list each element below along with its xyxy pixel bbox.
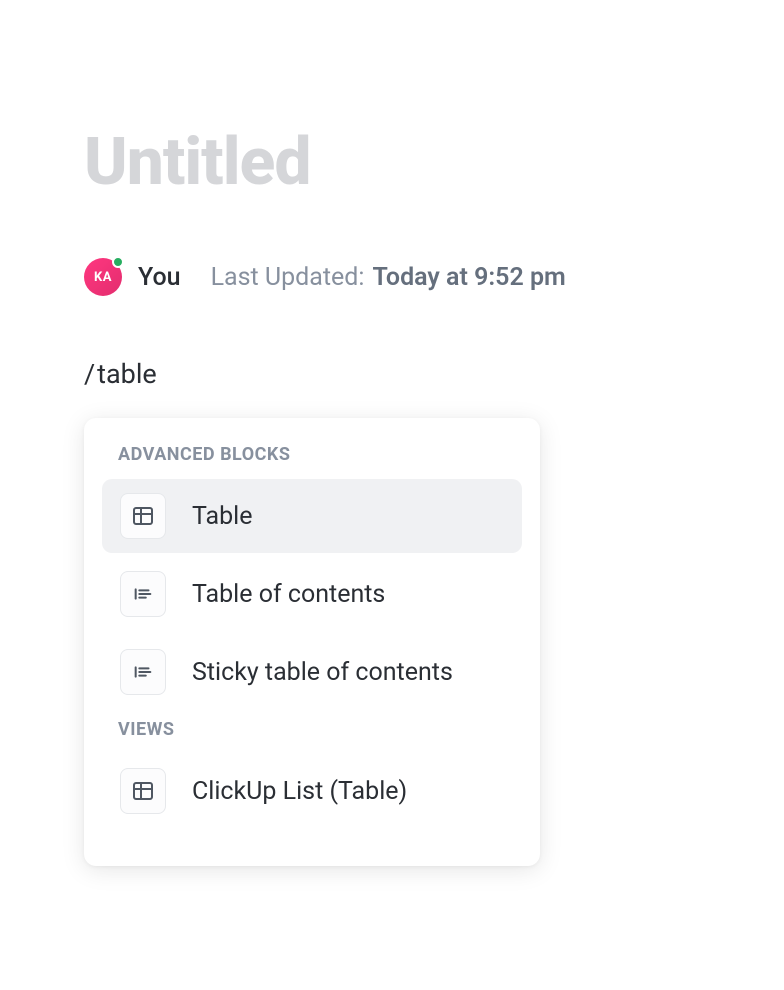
menu-item-label: Sticky table of contents <box>192 658 453 687</box>
last-updated-label: Last Updated: <box>211 263 365 292</box>
menu-item-table[interactable]: Table <box>102 479 522 553</box>
toc-icon <box>120 571 166 617</box>
dropdown-section-header-views: VIEWS <box>118 719 506 740</box>
presence-dot-icon <box>112 256 124 268</box>
author-meta-row: KA You Last Updated: Today at 9:52 pm <box>84 258 566 296</box>
table-icon <box>120 768 166 814</box>
author-name: You <box>138 263 181 292</box>
menu-item-sticky-table-of-contents[interactable]: Sticky table of contents <box>102 635 522 709</box>
slash-command-dropdown: ADVANCED BLOCKS Table Table of contents <box>84 418 540 866</box>
menu-item-table-of-contents[interactable]: Table of contents <box>102 557 522 631</box>
slash-query-text: table <box>97 358 157 390</box>
menu-item-label: ClickUp List (Table) <box>192 777 407 806</box>
toc-icon <box>120 649 166 695</box>
last-updated-time: Today at 9:52 pm <box>372 263 565 292</box>
menu-item-label: Table of contents <box>192 580 385 609</box>
avatar-initials: KA <box>94 270 112 285</box>
slash-prefix: / <box>84 358 97 390</box>
menu-item-label: Table <box>192 502 253 531</box>
page-title[interactable]: Untitled <box>84 124 310 201</box>
slash-command-input[interactable]: /table <box>84 358 157 390</box>
dropdown-section-header-advanced-blocks: ADVANCED BLOCKS <box>118 444 506 465</box>
table-icon <box>120 493 166 539</box>
avatar[interactable]: KA <box>84 258 122 296</box>
menu-item-clickup-list-table[interactable]: ClickUp List (Table) <box>102 754 522 828</box>
